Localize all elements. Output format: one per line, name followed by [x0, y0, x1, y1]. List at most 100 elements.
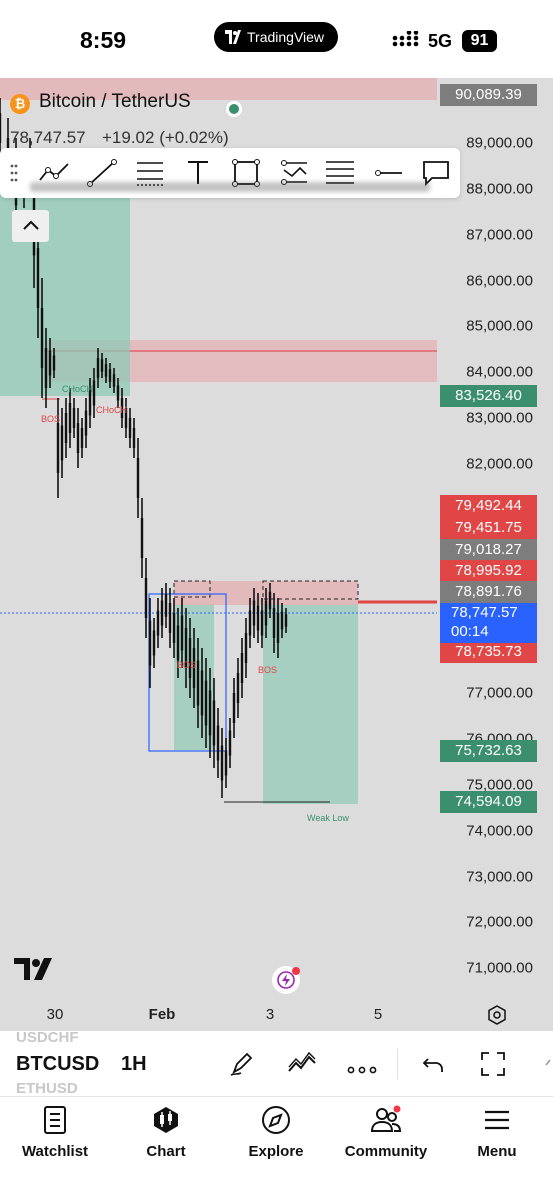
chart-area[interactable]: CHoCH CHoCH BOS BOS BOS Weak Low ₿ Bitco…	[0, 78, 553, 1030]
candle-body	[148, 620, 152, 666]
interval-button[interactable]: 1H	[121, 1053, 147, 1076]
chart-settings-icon[interactable]	[487, 1005, 507, 1025]
price-tag: 79,018.27	[440, 539, 537, 561]
bos-label-2: BOS	[177, 660, 197, 670]
nav-chart[interactable]: Chart	[116, 1101, 216, 1160]
choch-label-2: CHoCH	[96, 405, 128, 415]
undo-icon[interactable]	[422, 1053, 444, 1075]
bottom-nav[interactable]: Watchlist Chart Explore Community Menu	[0, 1096, 553, 1200]
indicator-row-blurred	[30, 182, 430, 192]
candle-body	[168, 603, 172, 633]
candle-body	[204, 680, 208, 726]
collapse-legend-button[interactable]	[12, 210, 49, 242]
flash-button[interactable]	[272, 966, 300, 994]
candle-body	[160, 600, 164, 626]
battery-badge: 91	[462, 30, 497, 52]
current-price-tag: 78,747.57 00:14	[440, 603, 537, 643]
candle-body	[280, 611, 284, 630]
candle-body	[236, 673, 240, 703]
time-tick: 3	[265, 1006, 275, 1023]
price-tick: 85,000.00	[466, 317, 533, 335]
current-price-value: 78,747.57	[451, 604, 518, 621]
candle-body	[140, 518, 144, 558]
clock: 8:59	[80, 27, 127, 53]
candle-body	[68, 403, 72, 433]
market-status-icon	[226, 101, 242, 117]
bottom-toolbar: USDCHF BTCUSD ETHUSD 1H	[0, 1029, 553, 1097]
candle-body	[36, 248, 40, 308]
price-tick: 82,000.00	[466, 455, 533, 473]
candle-body	[220, 745, 224, 781]
candle-body	[196, 660, 200, 706]
candle-body	[212, 700, 216, 746]
price-tick: 89,000.00	[466, 134, 533, 152]
candle-body	[232, 693, 236, 723]
fullscreen-icon[interactable]	[480, 1051, 506, 1077]
status-bar: 8:59 TradingView 5G 91	[0, 0, 553, 78]
price-tag: 78,995.92	[440, 560, 537, 582]
symbol-legend[interactable]: ₿ Bitcoin / TetherUS 78,747.57 +19.02 (+…	[10, 88, 270, 148]
nav-watchlist[interactable]: Watchlist	[5, 1101, 105, 1160]
pen-icon[interactable]	[229, 1051, 255, 1077]
price-tick: 83,000.00	[466, 409, 533, 427]
candle-body	[44, 348, 48, 388]
symbol-button[interactable]: BTCUSD	[16, 1053, 99, 1076]
time-axis[interactable]: 30 Feb 3 5	[0, 1000, 553, 1030]
nav-explore[interactable]: Explore	[226, 1101, 326, 1160]
candle-body	[172, 613, 176, 643]
toolbar-divider	[397, 1049, 398, 1079]
candle-body	[224, 750, 228, 776]
time-tick: 5	[373, 1006, 383, 1023]
candle-body	[132, 428, 136, 448]
time-tick: 30	[46, 1006, 64, 1023]
price-change: +19.02 (+0.02%)	[102, 128, 229, 147]
candle-body	[156, 610, 160, 636]
price-tick: 71,000.00	[466, 959, 533, 977]
candle-body	[252, 600, 256, 626]
candle-body	[72, 408, 76, 428]
candle-body	[0, 113, 2, 143]
candle-body	[104, 364, 108, 377]
nav-label: Menu	[477, 1143, 517, 1160]
network-type: 5G	[428, 31, 453, 51]
indicators-icon[interactable]	[287, 1051, 317, 1077]
community-icon	[370, 1105, 402, 1135]
chart-icon	[151, 1105, 181, 1135]
app-pill-label: TradingView	[247, 29, 325, 45]
weak-low-label: Weak Low	[307, 813, 349, 823]
candle-body	[272, 608, 276, 638]
nav-label: Community	[344, 1143, 428, 1160]
more-icon[interactable]	[347, 1061, 377, 1074]
candle-body	[256, 605, 260, 631]
price-scale[interactable]: 89,000.00 88,000.00 87,000.00 86,000.00 85,0…	[437, 78, 553, 1030]
candle-body	[260, 610, 264, 636]
drag-handle-icon[interactable]	[10, 164, 18, 182]
candle-body	[136, 458, 140, 498]
candle-body	[84, 410, 88, 436]
nav-menu[interactable]: Menu	[447, 1101, 547, 1160]
candle-body	[92, 380, 96, 406]
candle-body	[240, 653, 244, 683]
candle-body	[64, 413, 68, 443]
candle-body	[200, 670, 204, 716]
menu-icon	[483, 1105, 511, 1135]
bos-label-3: BOS	[258, 665, 278, 675]
price-tag: 74,594.09	[440, 791, 537, 813]
price-tag: 79,451.75	[440, 517, 537, 539]
nav-community[interactable]: Community	[336, 1101, 436, 1160]
candle-body	[264, 600, 268, 626]
bos-label-1: BOS	[41, 414, 61, 424]
app-pill[interactable]: TradingView	[214, 22, 338, 52]
choch-label-1: CHoCH	[62, 384, 94, 394]
candle-body	[56, 423, 60, 473]
candle-body	[128, 418, 132, 438]
candle-body	[76, 423, 80, 453]
ghost-symbol-next: ETHUSD	[16, 1080, 78, 1097]
price-tick: 84,000.00	[466, 363, 533, 381]
price-tick: 87,000.00	[466, 226, 533, 244]
price-tag: 83,526.40	[440, 385, 537, 407]
ghost-symbol-prev: USDCHF	[16, 1029, 79, 1046]
candle-body	[40, 308, 44, 368]
price-tick: 86,000.00	[466, 272, 533, 290]
time-tick: Feb	[148, 1006, 176, 1023]
